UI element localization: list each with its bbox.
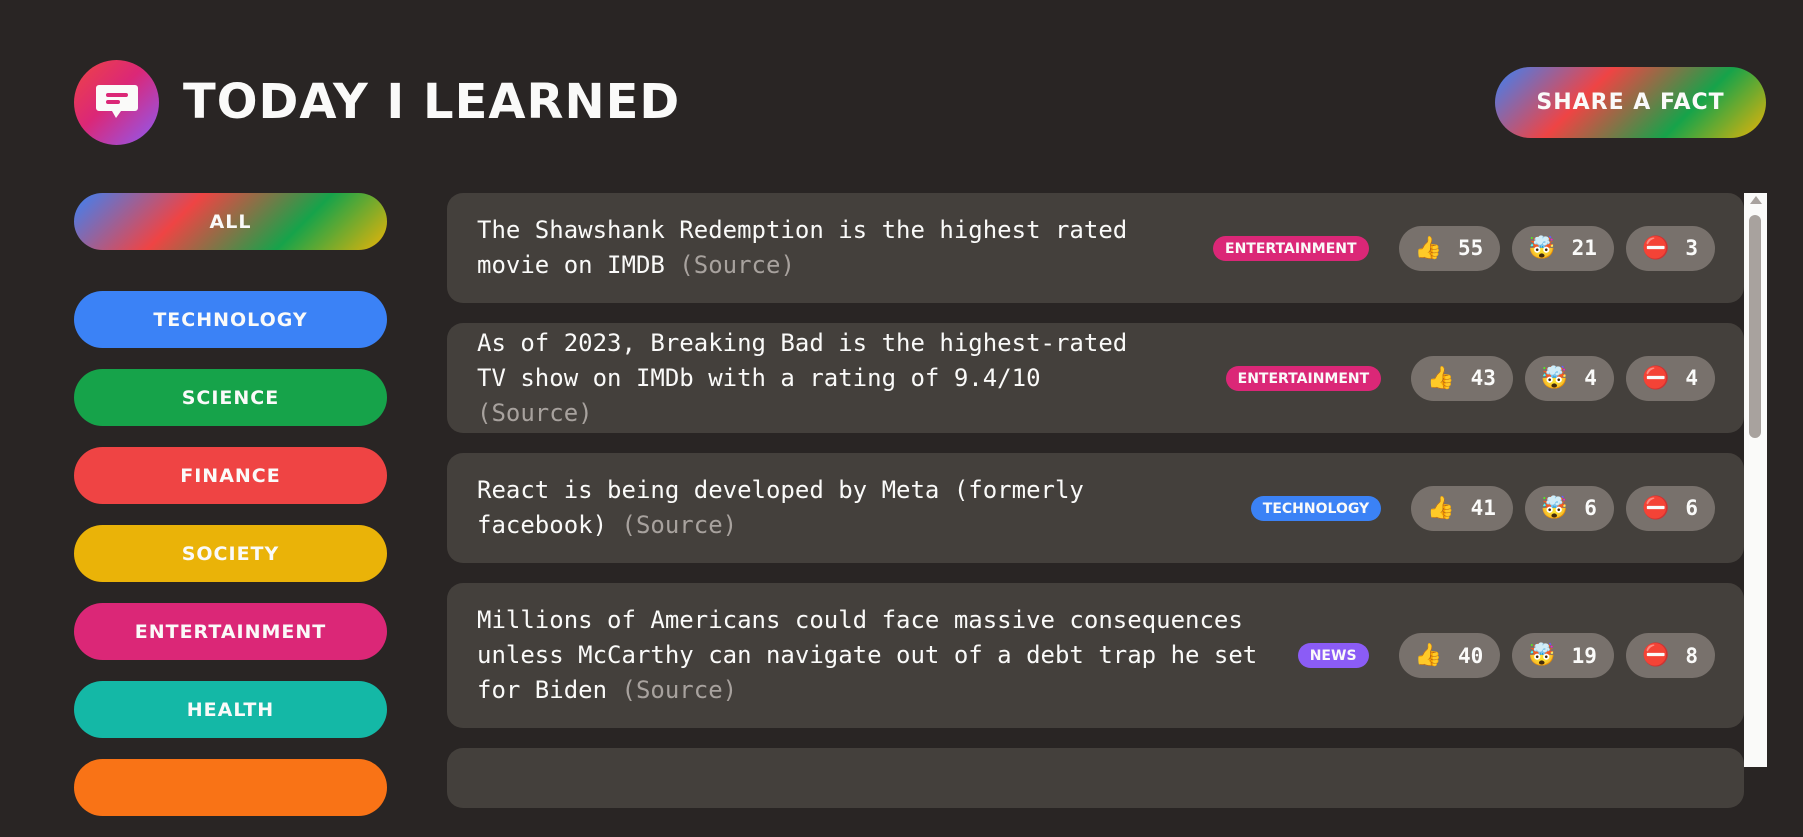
fact-text: The Shawshank Redemption is the highest … [477,197,1193,299]
source-link[interactable]: (Source) [477,399,593,427]
mind-blown-icon: 🤯 [1528,235,1556,261]
fact-body: The Shawshank Redemption is the highest … [477,216,1128,279]
vote-buttons: 👍 55 🤯 21 ⛔ 3 [1398,225,1715,271]
category-tag: News [1297,643,1369,668]
vote-buttons: 👍 40 🤯 19 ⛔ 8 [1398,633,1715,678]
no-entry-icon: ⛔ [1641,235,1670,261]
vote-mindblowing-button[interactable]: 🤯 19 [1512,633,1614,678]
vote-mindblowing-button[interactable]: 🤯 21 [1512,225,1614,271]
vote-count: 4 [1584,366,1597,390]
source-link[interactable]: (Source) [622,676,738,704]
fact-text: Millions of Americans could face massive… [477,587,1278,724]
fact-card: The Shawshank Redemption is the highest … [447,193,1744,303]
category-button-finance[interactable]: Finance [74,447,387,504]
mind-blown-icon: 🤯 [1540,495,1569,521]
category-button-health[interactable]: Health [74,681,387,738]
thumbs-up-icon: 👍 [1427,365,1455,391]
fact-text: As of 2023, Breaking Bad is the highest-… [477,310,1206,447]
vote-count: 6 [1584,496,1597,520]
app-title: Today I Learned [183,74,681,130]
mind-blown-icon: 🤯 [1540,365,1569,391]
vote-interesting-button[interactable]: 👍 40 [1398,633,1501,678]
header: Today I Learned Share a fact [74,57,1766,147]
vote-interesting-button[interactable]: 👍 55 [1398,225,1501,271]
vote-count: 40 [1457,643,1484,668]
vote-count: 6 [1685,496,1698,520]
brand: Today I Learned [74,59,681,145]
category-button-entertainment[interactable]: Entertainment [74,603,387,660]
category-tag: Entertainment [1213,235,1369,261]
vote-interesting-button[interactable]: 👍 43 [1411,355,1513,401]
vote-interesting-button[interactable]: 👍 41 [1411,485,1513,531]
scroll-up-arrow-icon[interactable] [1750,196,1762,204]
fact-card-partial [447,748,1744,808]
category-tag: Entertainment [1225,365,1382,391]
vote-count: 55 [1457,236,1484,260]
fact-body: Millions of Americans could face massive… [477,606,1258,704]
vote-count: 3 [1685,236,1698,260]
facts-list: The Shawshank Redemption is the highest … [447,193,1744,808]
category-button-society[interactable]: Society [74,525,387,582]
category-button-partial[interactable] [74,759,387,816]
vote-count: 19 [1571,643,1597,668]
vote-count: 41 [1470,496,1496,520]
category-button-science[interactable]: Science [74,369,387,426]
category-tag: Technology [1250,495,1382,521]
fact-body: As of 2023, Breaking Bad is the highest-… [477,328,1128,392]
no-entry-icon: ⛔ [1641,643,1670,668]
no-entry-icon: ⛔ [1641,365,1670,391]
category-button-technology[interactable]: Technology [74,291,387,348]
vote-false-button[interactable]: ⛔ 4 [1625,355,1715,401]
vote-count: 4 [1685,366,1698,390]
thumbs-up-icon: 👍 [1414,235,1442,261]
source-link[interactable]: (Source) [679,251,795,279]
category-button-all[interactable]: All [74,193,387,250]
scrollbar[interactable] [1744,193,1767,767]
mind-blown-icon: 🤯 [1528,643,1556,668]
fact-card: As of 2023, Breaking Bad is the highest-… [447,323,1744,433]
vote-mindblowing-button[interactable]: 🤯 4 [1524,355,1614,401]
vote-count: 8 [1685,643,1698,668]
vote-false-button[interactable]: ⛔ 3 [1625,225,1715,271]
category-sidebar: All Technology Science Finance Society E… [74,193,387,837]
vote-count: 21 [1571,236,1597,260]
vote-mindblowing-button[interactable]: 🤯 6 [1524,485,1614,531]
vote-false-button[interactable]: ⛔ 8 [1625,633,1715,678]
fact-text: React is being developed by Meta (former… [477,457,1231,559]
thumbs-up-icon: 👍 [1414,643,1442,668]
no-entry-icon: ⛔ [1641,495,1670,521]
vote-buttons: 👍 41 🤯 6 ⛔ 6 [1411,485,1715,531]
vote-false-button[interactable]: ⛔ 6 [1625,485,1715,531]
fact-card: Millions of Americans could face massive… [447,583,1744,728]
scrollbar-thumb[interactable] [1749,215,1761,438]
fact-card: React is being developed by Meta (former… [447,453,1744,563]
vote-buttons: 👍 43 🤯 4 ⛔ 4 [1411,355,1715,401]
source-link[interactable]: (Source) [622,511,738,539]
fact-body: React is being developed by Meta (former… [477,476,1084,539]
thumbs-up-icon: 👍 [1427,495,1455,521]
vote-count: 43 [1470,366,1496,390]
share-fact-button[interactable]: Share a fact [1495,66,1766,138]
logo-icon [74,59,159,145]
